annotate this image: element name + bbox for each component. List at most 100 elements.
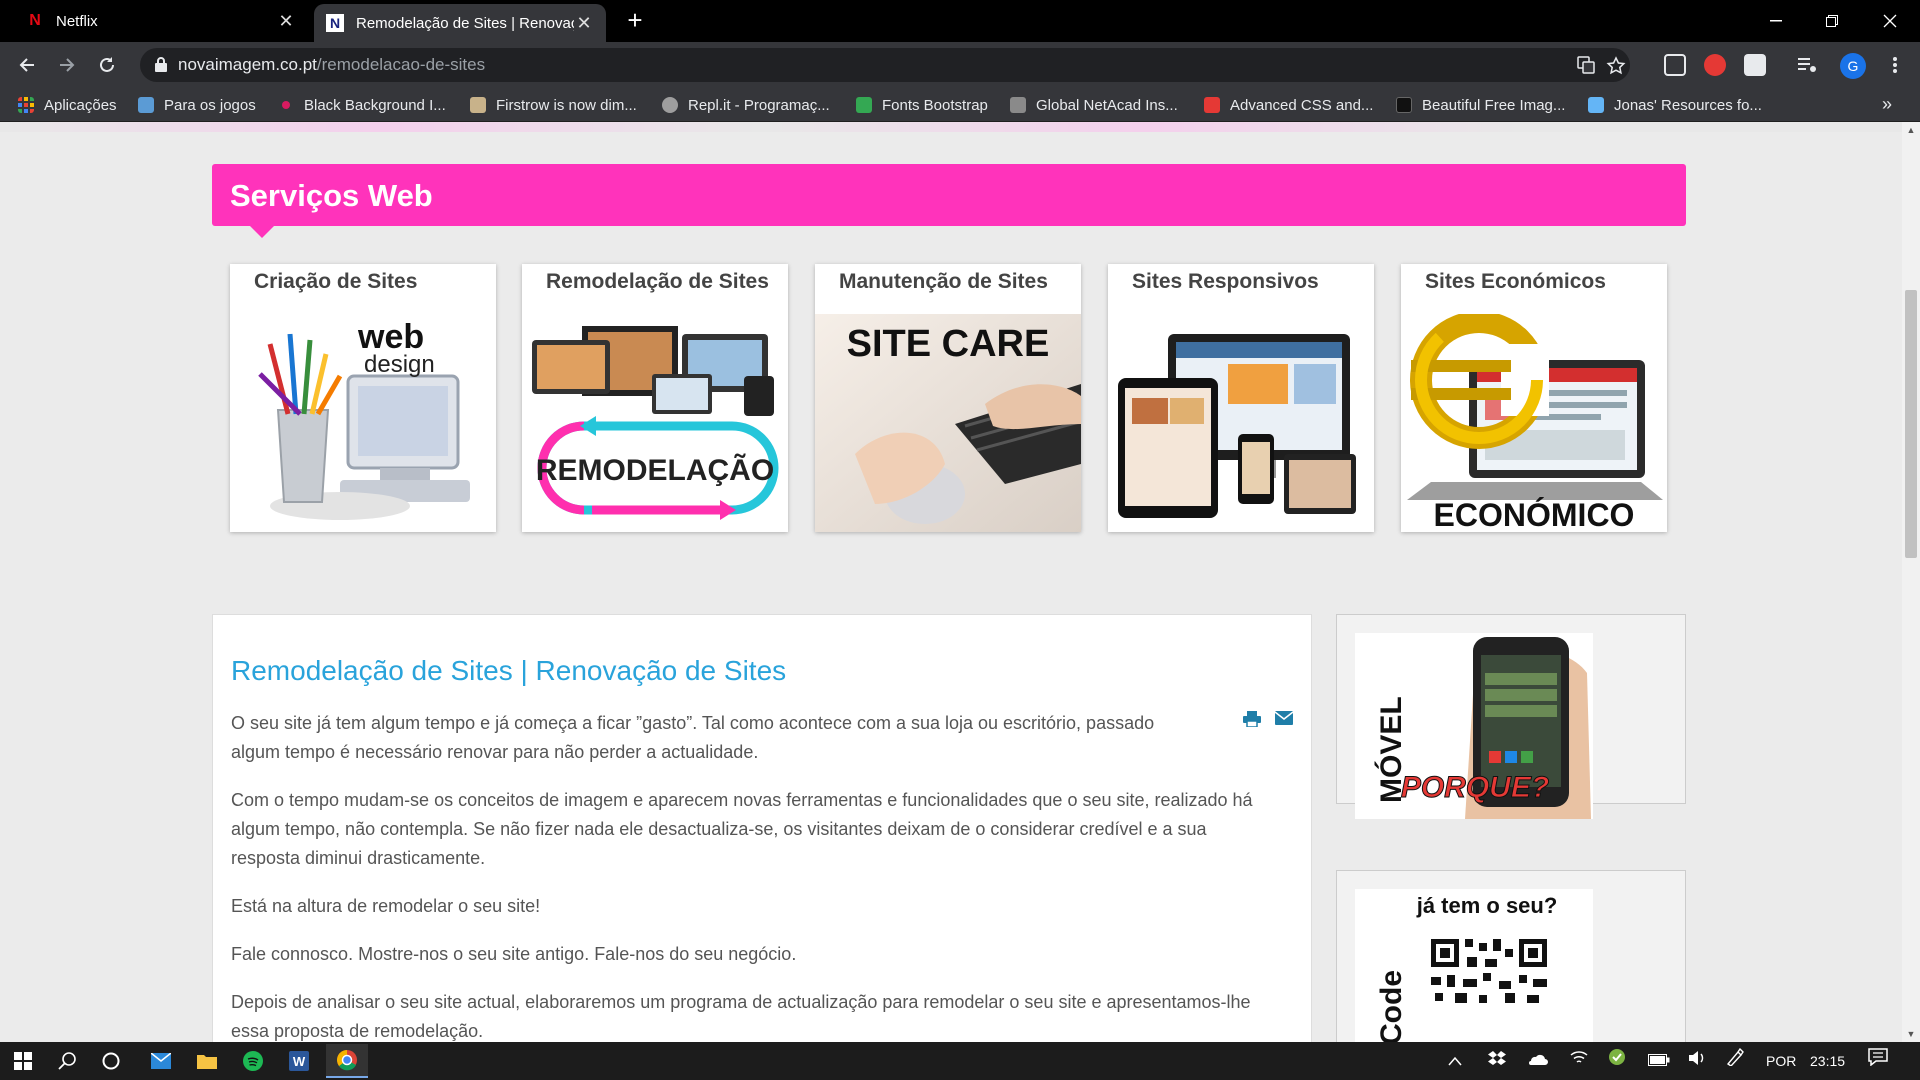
- service-card-title: Criação de Sites: [254, 270, 418, 293]
- bookmark-para-os-jogos[interactable]: Para os jogos: [138, 88, 256, 122]
- bookmark-favicon-icon: [1396, 97, 1412, 113]
- article-paragraph: Com o tempo mudam-se os conceitos de ima…: [231, 790, 1253, 868]
- close-window-button[interactable]: [1862, 0, 1918, 42]
- clock-time[interactable]: 23:15: [1810, 1042, 1845, 1080]
- file-explorer-icon[interactable]: [192, 1046, 222, 1076]
- action-center-icon[interactable]: [1868, 1042, 1888, 1080]
- close-tab-icon[interactable]: ✕: [276, 11, 296, 32]
- qr-code-image: R Code já tem o seu?: [1355, 889, 1593, 1042]
- section-banner: Serviços Web: [212, 164, 1686, 238]
- close-icon: [1883, 14, 1897, 28]
- spotify-icon[interactable]: [238, 1046, 268, 1076]
- wifi-icon[interactable]: [1570, 1042, 1588, 1080]
- section-title: Serviços Web: [230, 178, 433, 213]
- service-card-economicos[interactable]: Sites Económicos ECONÓMICO: [1401, 264, 1667, 532]
- arrow-left-icon: [19, 58, 34, 72]
- battery-icon[interactable]: [1648, 1042, 1670, 1080]
- novaimagem-icon: N: [326, 14, 344, 32]
- profile-avatar[interactable]: G: [1840, 53, 1866, 79]
- web-design-image: web design: [230, 314, 496, 532]
- email-icon[interactable]: [1274, 711, 1294, 727]
- volume-icon[interactable]: [1688, 1042, 1706, 1080]
- bookmark-advanced-css[interactable]: Advanced CSS and...: [1204, 88, 1373, 122]
- remodelacao-image: REMODELAÇÃO: [522, 314, 788, 532]
- bookmark-label: Repl.it - Programaç...: [688, 96, 830, 114]
- media-control-icon[interactable]: [1796, 54, 1818, 76]
- new-tab-button[interactable]: +: [620, 6, 650, 36]
- svg-text:W: W: [293, 1054, 306, 1069]
- sidebar-movel-banner[interactable]: MÓVEL PORQUE?: [1336, 614, 1686, 819]
- minimize-button[interactable]: [1748, 0, 1804, 42]
- sidebar-qrcode-banner[interactable]: R Code já tem o seu?: [1336, 870, 1686, 1042]
- back-button[interactable]: [12, 50, 42, 80]
- extension-glasses-icon[interactable]: [1664, 54, 1686, 76]
- dropbox-icon[interactable]: [1488, 1042, 1506, 1080]
- article-paragraph: Está na altura de remodelar o seu site!: [231, 896, 541, 916]
- service-card-manutencao[interactable]: Manutenção de Sites SITE CARE: [815, 264, 1081, 532]
- lock-icon: [155, 57, 167, 72]
- tab-netflix[interactable]: N Netflix ✕: [14, 0, 308, 42]
- more-vertical-icon: [1893, 57, 1897, 73]
- bookmark-black-background[interactable]: Black Background I...: [278, 88, 446, 122]
- windows-start-icon[interactable]: [8, 1046, 38, 1076]
- bookmark-label: Jonas' Resources fo...: [1614, 96, 1762, 114]
- address-bar[interactable]: novaimagem.co.pt/remodelacao-de-sites: [140, 48, 1630, 82]
- bookmark-fonts-bootstrap[interactable]: Fonts Bootstrap: [856, 88, 988, 122]
- scroll-up-icon[interactable]: ▲: [1902, 122, 1920, 138]
- show-hidden-icons-icon[interactable]: [1448, 1042, 1462, 1080]
- scrollbar-thumb[interactable]: [1905, 290, 1917, 558]
- bookmark-free-images[interactable]: Beautiful Free Imag...: [1396, 88, 1565, 122]
- service-card-responsivos[interactable]: Sites Responsivos: [1108, 264, 1374, 532]
- mail-icon[interactable]: [146, 1046, 176, 1076]
- translate-icon[interactable]: [1576, 56, 1596, 76]
- bookmark-netacad[interactable]: Global NetAcad Ins...: [1010, 88, 1178, 122]
- bookmark-jonas-resources[interactable]: Jonas' Resources fo...: [1588, 88, 1762, 122]
- bookmark-favicon-icon: [1204, 97, 1220, 113]
- pen-ink-icon[interactable]: [1726, 1042, 1744, 1080]
- cortana-icon[interactable]: [96, 1046, 126, 1076]
- bookmark-favicon-icon: [470, 97, 486, 113]
- extension-tab-icon[interactable]: [1744, 54, 1766, 76]
- bookmark-aplicacoes[interactable]: Aplicações: [18, 88, 117, 122]
- bookmark-firstrow[interactable]: Firstrow is now dim...: [470, 88, 637, 122]
- bookmark-label: Para os jogos: [164, 96, 256, 114]
- tab-title: Remodelação de Sites | Renovaçã: [356, 14, 574, 32]
- bookmark-label: Black Background I...: [304, 96, 446, 114]
- site-care-text: SITE CARE: [847, 323, 1050, 365]
- bookmark-favicon-icon: [1588, 97, 1604, 113]
- bookmark-replit[interactable]: Repl.it - Programaç...: [662, 88, 830, 122]
- browser-menu-button[interactable]: [1880, 50, 1910, 80]
- service-card-criacao[interactable]: Criação de Sites web design: [230, 264, 496, 532]
- reload-icon: [100, 57, 114, 72]
- extension-adblock-icon[interactable]: [1704, 54, 1726, 76]
- service-card-remodelacao[interactable]: Remodelação de Sites REMODELAÇÃO: [522, 264, 788, 532]
- arrow-right-icon: [60, 58, 75, 72]
- bookmark-favicon-icon: [1010, 97, 1026, 113]
- input-language[interactable]: POR: [1766, 1042, 1796, 1080]
- page-viewport: Serviços Web Criação de Sites web design…: [0, 122, 1902, 1042]
- chrome-icon[interactable]: [326, 1044, 368, 1078]
- word-icon[interactable]: W: [284, 1046, 314, 1076]
- article-paragraph: O seu site já tem algum tempo e já começ…: [231, 713, 1155, 762]
- bookmark-star-icon[interactable]: [1606, 56, 1626, 76]
- security-check-icon[interactable]: [1608, 1042, 1626, 1080]
- bookmarks-more-button[interactable]: »: [1882, 94, 1892, 115]
- banner-pointer: [250, 226, 274, 238]
- close-tab-icon[interactable]: ✕: [574, 13, 594, 34]
- page-scrollbar[interactable]: ▲ ▼: [1902, 122, 1920, 1042]
- bookmarks-bar: Aplicações Para os jogos Black Backgroun…: [0, 88, 1920, 122]
- restore-button[interactable]: [1804, 0, 1860, 42]
- service-card-title: Remodelação de Sites: [546, 270, 769, 293]
- url-path: /remodelacao-de-sites: [316, 55, 486, 74]
- reload-button[interactable]: [92, 50, 122, 80]
- onedrive-icon[interactable]: [1526, 1042, 1548, 1080]
- bookmark-favicon-icon: [856, 97, 872, 113]
- scroll-down-icon[interactable]: ▼: [1902, 1026, 1920, 1042]
- search-icon[interactable]: [52, 1046, 82, 1076]
- bookmark-label: Aplicações: [44, 96, 117, 114]
- tab-remodelacao[interactable]: N Remodelação de Sites | Renovaçã ✕: [314, 4, 606, 42]
- url-host: novaimagem.co.pt: [178, 55, 317, 74]
- service-card-title: Sites Responsivos: [1132, 270, 1319, 293]
- forward-button[interactable]: [52, 50, 82, 80]
- restore-icon: [1826, 15, 1838, 27]
